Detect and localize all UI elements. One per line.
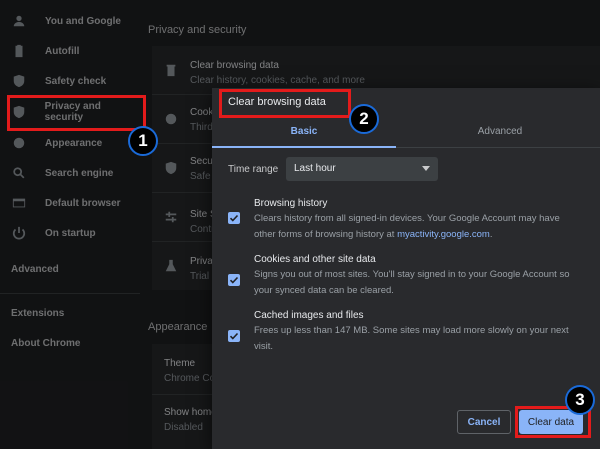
option-title: Browsing history bbox=[254, 198, 328, 209]
tab-advanced[interactable]: Advanced bbox=[408, 126, 592, 144]
highlight-dialog-title bbox=[219, 89, 351, 118]
active-tab-indicator bbox=[212, 146, 396, 148]
step-1-badge: 1 bbox=[128, 126, 158, 156]
time-range-select[interactable]: Last hour bbox=[286, 157, 438, 181]
option-description: Signs you out of most sites. You'll stay… bbox=[254, 269, 570, 296]
option-title: Cached images and files bbox=[254, 310, 364, 321]
cancel-button[interactable]: Cancel bbox=[457, 410, 511, 434]
option-description: Frees up less than 147 MB. Some sites ma… bbox=[254, 325, 569, 352]
check-icon bbox=[229, 332, 239, 340]
dropdown-arrow-icon bbox=[422, 166, 430, 171]
cache-checkbox[interactable] bbox=[228, 330, 240, 342]
clear-browsing-data-dialog: Clear browsing data Basic Advanced Time … bbox=[212, 88, 600, 449]
check-icon bbox=[229, 276, 239, 284]
highlight-privacy-and-security bbox=[7, 95, 146, 131]
step-3-badge: 3 bbox=[565, 385, 595, 415]
step-2-badge: 2 bbox=[349, 104, 379, 134]
browsing-history-checkbox[interactable] bbox=[228, 212, 240, 224]
option-title: Cookies and other site data bbox=[254, 254, 376, 265]
option-description: Clears history from all signed-in device… bbox=[254, 213, 560, 240]
cookies-checkbox[interactable] bbox=[228, 274, 240, 286]
time-range-label: Time range bbox=[228, 164, 279, 175]
myactivity-link[interactable]: myactivity.google.com bbox=[397, 229, 490, 240]
check-icon bbox=[229, 214, 239, 222]
time-range-value: Last hour bbox=[294, 163, 336, 174]
